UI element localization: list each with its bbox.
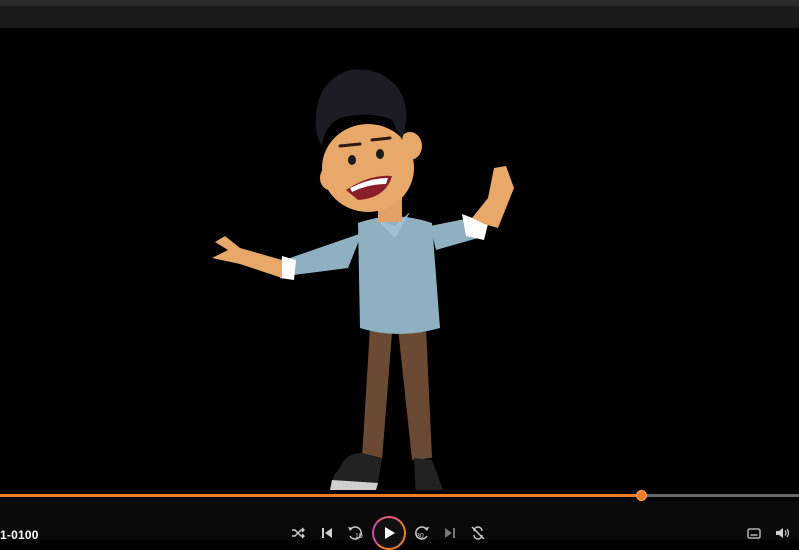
seek-handle[interactable]: [636, 490, 647, 501]
previous-icon[interactable]: [317, 525, 337, 541]
video-area[interactable]: [0, 28, 799, 490]
svg-text:30: 30: [416, 533, 424, 540]
seek-progress: [0, 494, 642, 497]
subtitles-icon[interactable]: [744, 525, 764, 541]
volume-icon[interactable]: [772, 525, 792, 541]
control-bar: 1-0100 10 30: [0, 501, 799, 550]
repeat-icon[interactable]: [468, 525, 488, 541]
seek-bar[interactable]: [0, 489, 799, 501]
top-bar: [0, 0, 799, 28]
cartoon-character: [212, 69, 514, 490]
replay-10-icon[interactable]: 10: [345, 525, 365, 541]
play-button[interactable]: [372, 516, 406, 550]
video-frame: [212, 69, 514, 490]
next-icon[interactable]: [440, 525, 460, 541]
svg-text:10: 10: [355, 533, 363, 540]
forward-30-icon[interactable]: 30: [412, 525, 432, 541]
shuffle-icon[interactable]: [288, 525, 308, 541]
play-icon: [385, 527, 395, 539]
